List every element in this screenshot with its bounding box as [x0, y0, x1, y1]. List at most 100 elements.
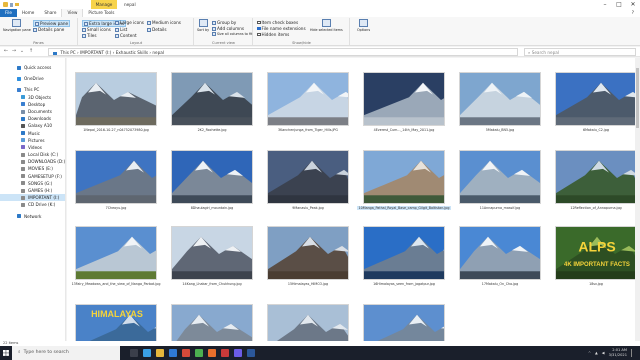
options-button[interactable]: Options — [357, 19, 370, 32]
layout-details[interactable]: Details — [147, 27, 167, 32]
file-name-label[interactable]: 10Manga_Pathal_Royal_Base_camp_Gilgit_Ba… — [357, 206, 451, 210]
file-thumbnail[interactable] — [267, 150, 349, 204]
new-folder-icon[interactable] — [15, 3, 19, 6]
chrome-icon[interactable] — [195, 349, 203, 357]
breadcrumb-this-pc[interactable]: This PC — [60, 50, 75, 55]
manage-context-tab[interactable]: Manage — [91, 0, 117, 9]
tab-picture-tools[interactable]: Picture Tools — [83, 9, 119, 17]
sidebar-item-music[interactable]: Music — [0, 130, 65, 137]
up-button[interactable]: ↑ — [28, 48, 34, 55]
file-name-label[interactable]: 11Annapurna_massif.jpg — [453, 206, 547, 210]
file-thumbnail[interactable] — [267, 72, 349, 126]
size-columns-button[interactable]: Size all columns to fit — [212, 32, 252, 36]
tab-view[interactable]: View — [61, 9, 84, 17]
file-thumbnail[interactable] — [171, 226, 253, 280]
file-name-label[interactable]: 13Fairy_Meadows_and_the_view_of_Nanga_Pa… — [69, 282, 163, 286]
sort-by-button[interactable]: Sort by — [197, 19, 209, 32]
file-thumbnail[interactable] — [171, 150, 253, 204]
file-thumbnail[interactable] — [363, 72, 445, 126]
file-thumbnail[interactable] — [75, 72, 157, 126]
file-thumbnail[interactable] — [267, 304, 349, 341]
recent-locations-button[interactable]: ⌄ — [19, 48, 25, 55]
sidebar-item-important-i[interactable]: IMPORTANT (I:) — [0, 194, 65, 202]
file-name-label[interactable]: 3Kanchenjunga_from_Tiger_Hills.JPG — [261, 128, 355, 132]
sidebar-item-downloads[interactable]: Downloads — [0, 115, 65, 122]
file-thumbnail[interactable] — [363, 226, 445, 280]
breadcrumb-folder[interactable]: Exhaustic Skills — [116, 50, 148, 55]
file-thumbnail[interactable] — [267, 226, 349, 280]
file-name-label[interactable]: 2K2_Rochette.jpg — [165, 128, 259, 132]
file-name-label[interactable]: 9Manaslu_Peak.jpg — [261, 206, 355, 210]
sidebar-item-this-pc[interactable]: This PC — [0, 86, 65, 93]
tab-share[interactable]: Share — [39, 9, 61, 17]
file-name-label[interactable]: 16Himalayas_seen_from_jagatpur.jpg — [357, 282, 451, 286]
forward-button[interactable]: → — [11, 48, 17, 55]
firefox-icon[interactable] — [208, 349, 216, 357]
file-thumbnail[interactable]: HIMALAYAS — [75, 304, 157, 341]
file-name-label[interactable]: 18sv.jpg — [549, 282, 635, 286]
layout-content[interactable]: Content — [115, 33, 137, 38]
file-name-label[interactable]: 1Nepal_2016-10-27_n04752073980.jpg — [69, 128, 163, 132]
file-thumbnail[interactable] — [171, 304, 253, 341]
minimize-button[interactable]: – — [598, 0, 612, 9]
file-thumbnail[interactable] — [555, 150, 635, 204]
sidebar-item-documents[interactable]: Documents — [0, 108, 65, 115]
group-by-button[interactable]: Group by — [212, 20, 236, 25]
file-explorer-icon[interactable] — [156, 349, 164, 357]
help-icon[interactable]: ? — [632, 9, 640, 17]
sidebar-item-local-disk-c[interactable]: Local Disk (C:) — [0, 151, 65, 158]
back-button[interactable]: ← — [3, 48, 9, 55]
file-thumbnail[interactable] — [171, 72, 253, 126]
tab-file[interactable]: File — [0, 9, 18, 17]
breadcrumb-current[interactable]: nepal — [152, 50, 164, 55]
volume-icon[interactable]: ◀ — [602, 351, 605, 355]
layout-tiles[interactable]: Tiles — [82, 33, 97, 38]
hide-selected-button[interactable]: Hide selected items — [310, 19, 343, 32]
file-thumbnail[interactable] — [363, 304, 445, 341]
file-name-label[interactable]: 17Makalu_On_Cho.jpg — [453, 282, 547, 286]
sidebar-item-games-h[interactable]: GAMES (H:) — [0, 187, 65, 194]
show-desktop-button[interactable] — [631, 349, 634, 357]
sidebar-item-desktop[interactable]: Desktop — [0, 101, 65, 108]
file-thumbnail[interactable] — [459, 226, 541, 280]
sidebar-item-pictures[interactable]: Pictures — [0, 137, 65, 144]
app-icon[interactable] — [234, 349, 242, 357]
network-icon[interactable]: ▲ — [595, 351, 598, 355]
file-thumbnail[interactable] — [75, 150, 157, 204]
breadcrumb-drive[interactable]: IMPORTANT (I:) — [80, 50, 111, 55]
address-bar[interactable]: This PC › IMPORTANT (I:) › Exhaustic Ski… — [48, 48, 518, 56]
file-name-label[interactable]: 8Dhaulagiri_mountain.jpg — [165, 206, 259, 210]
layout-medium[interactable]: Medium icons — [147, 20, 181, 25]
sidebar-item-cd-drive-k[interactable]: CD Drive (K:) — [0, 201, 65, 208]
search-input[interactable]: ⌕ Search nepal — [524, 48, 636, 56]
sidebar-item-videos[interactable]: Videos — [0, 144, 65, 151]
item-checkboxes-toggle[interactable]: Item check boxes — [257, 20, 298, 25]
file-thumbnail[interactable] — [75, 226, 157, 280]
scrollbar-thumb[interactable] — [636, 68, 639, 128]
details-pane-button[interactable]: Details pane — [33, 27, 64, 32]
file-name-label[interactable]: 12Reflection_of_Annapurna.jpg — [549, 206, 635, 210]
file-name-label[interactable]: 7Cheoyu.jpg — [69, 206, 163, 210]
vertical-scrollbar[interactable] — [635, 58, 640, 341]
sidebar-item-downloads-d[interactable]: DOWNLOADS (D:) — [0, 158, 65, 165]
preview-pane-button[interactable]: Preview pane — [33, 20, 71, 27]
maximize-button[interactable]: □ — [612, 0, 626, 9]
mail-icon[interactable] — [182, 349, 190, 357]
file-thumbnail[interactable] — [363, 150, 445, 204]
word-icon[interactable] — [247, 349, 255, 357]
media-icon[interactable] — [221, 349, 229, 357]
file-thumbnail[interactable] — [555, 72, 635, 126]
store-icon[interactable] — [169, 349, 177, 357]
layout-list[interactable]: List — [115, 27, 127, 32]
edge-icon[interactable] — [143, 349, 151, 357]
sidebar-item-songs-g[interactable]: SONGS (G:) — [0, 180, 65, 187]
taskbar-search[interactable]: ⌕ Type here to search — [12, 346, 120, 360]
start-button[interactable] — [0, 346, 12, 360]
file-name-label[interactable]: 5Makalu_BN5.jpg — [453, 128, 547, 132]
file-thumbnail[interactable] — [459, 150, 541, 204]
sidebar-item-galaxy-a10[interactable]: Galaxy A10 — [0, 122, 65, 129]
file-name-label[interactable]: 14Kang_Lhakar_from_Chukhung.jpg — [165, 282, 259, 286]
sidebar-item-movies-e[interactable]: MOVIES (E:) — [0, 165, 65, 172]
up-arrow-icon[interactable]: ^ — [588, 351, 591, 355]
file-extensions-toggle[interactable]: File name extensions — [257, 26, 306, 31]
